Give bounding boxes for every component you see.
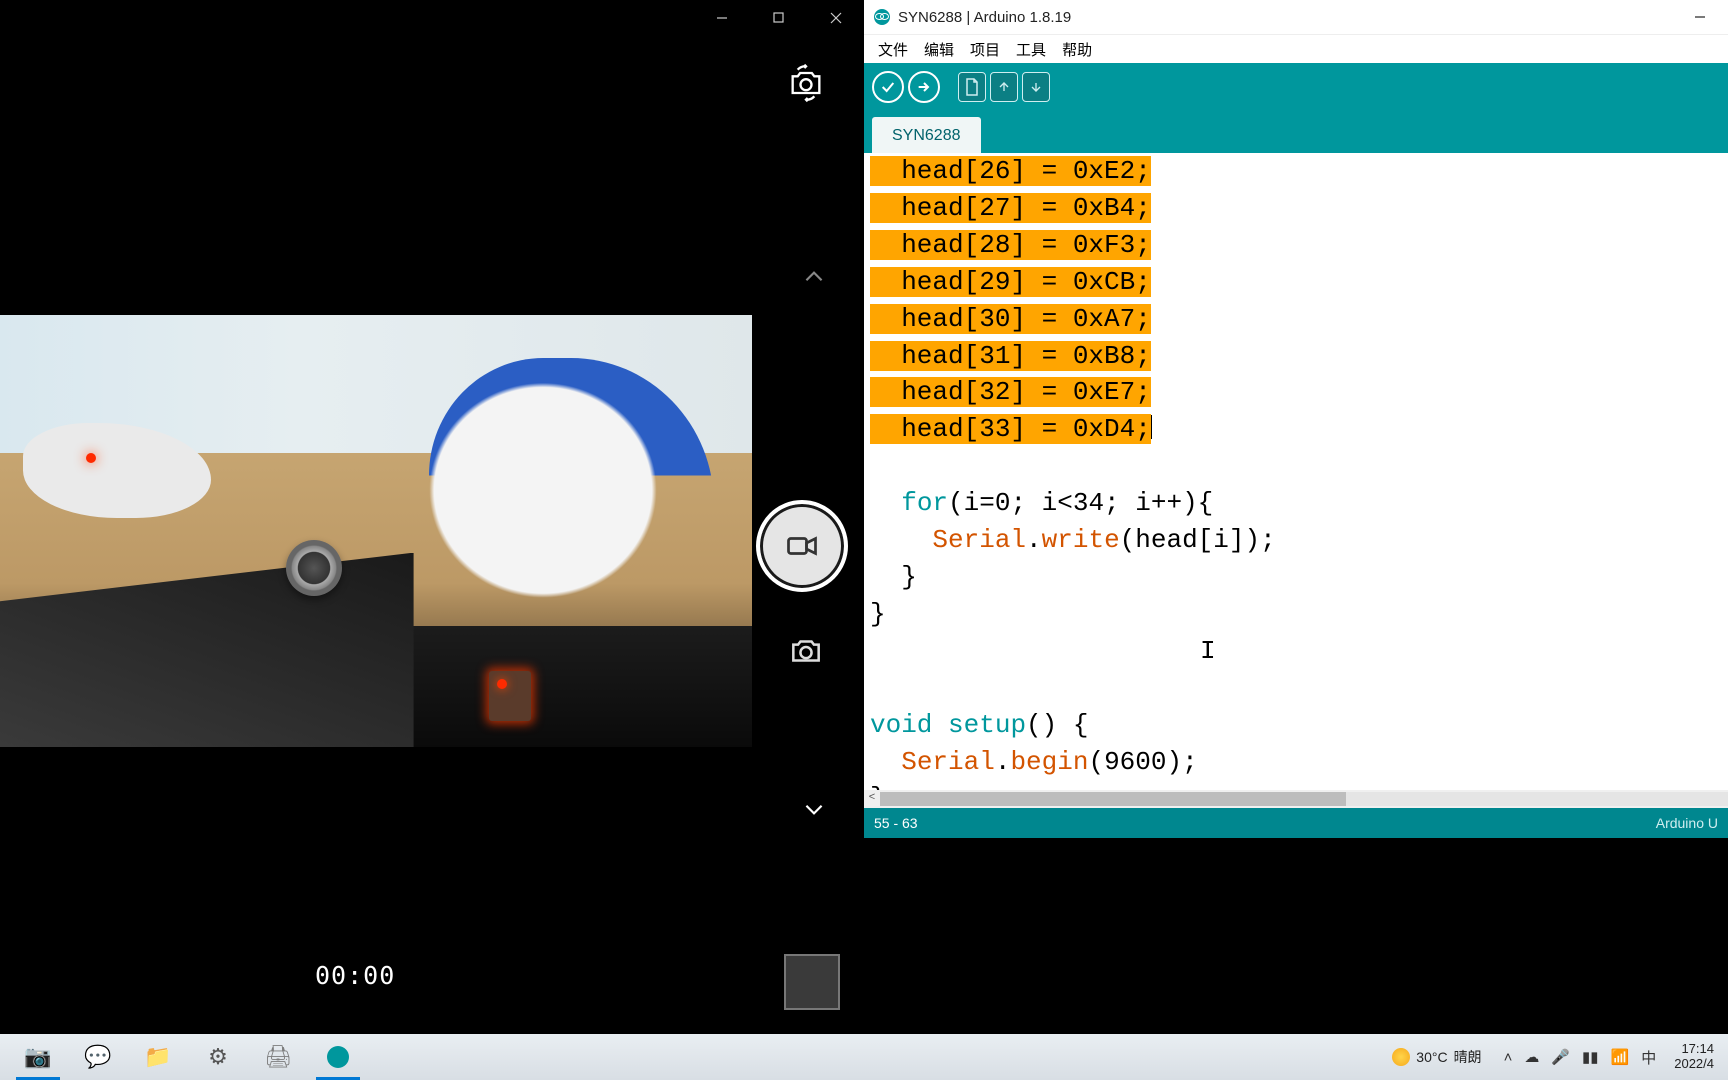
arduino-titlebar: SYN6288 | Arduino 1.8.19 — [864, 0, 1728, 35]
highlighted-line[interactable]: head[29] = 0xCB; — [870, 267, 1151, 297]
code-editor[interactable]: head[26] = 0xE2; head[27] = 0xB4; head[2… — [864, 153, 1728, 790]
highlighted-line[interactable]: head[32] = 0xE7; — [870, 377, 1151, 407]
battery-icon[interactable]: ▮▮ — [1582, 1048, 1599, 1066]
sketch-tab[interactable]: SYN6288 — [872, 117, 981, 153]
taskbar-clock[interactable]: 17:14 2022/4 — [1668, 1042, 1720, 1072]
weather-widget[interactable]: 30°C 晴朗 — [1382, 1034, 1491, 1080]
open-sketch-button[interactable] — [990, 72, 1018, 102]
chevron-up-icon[interactable] — [792, 255, 836, 299]
taskbar-app-settings[interactable]: ⚙ — [188, 1034, 248, 1080]
keyword-for: for — [901, 488, 948, 518]
class-serial: Serial — [932, 525, 1026, 555]
scroll-left-icon[interactable]: < — [864, 791, 880, 807]
printer-icon: 🖨 — [264, 1044, 292, 1070]
arduino-status-bar: 55 - 63 Arduino U — [864, 808, 1728, 838]
upload-button[interactable] — [908, 71, 940, 103]
arduino-logo-icon — [874, 9, 890, 25]
ime-indicator[interactable]: 中 — [1641, 1047, 1656, 1068]
text-cursor-icon — [1151, 415, 1152, 439]
start-edge[interactable] — [0, 1034, 8, 1080]
scroll-thumb[interactable] — [880, 792, 1346, 806]
arduino-icon — [327, 1046, 349, 1068]
horizontal-scrollbar[interactable]: < — [864, 790, 1728, 808]
menu-file[interactable]: 文件 — [872, 37, 914, 62]
menu-sketch[interactable]: 项目 — [964, 37, 1006, 62]
class-serial: Serial — [901, 747, 995, 777]
menu-edit[interactable]: 编辑 — [918, 37, 960, 62]
menu-help[interactable]: 帮助 — [1056, 37, 1098, 62]
method-write: write — [1042, 525, 1120, 555]
tray-chevron-icon[interactable]: ˄ — [1504, 1049, 1513, 1066]
gear-icon: ⚙ — [208, 1044, 228, 1070]
gallery-thumbnail[interactable] — [784, 954, 840, 1010]
camera-preview — [0, 315, 752, 747]
function-setup: setup — [948, 710, 1026, 740]
arduino-title: SYN6288 | Arduino 1.8.19 — [898, 9, 1071, 26]
microphone-icon[interactable]: 🎤 — [1551, 1048, 1570, 1066]
minimize-button[interactable] — [693, 0, 750, 35]
code-text: (i=0; i<34; i++){ — [948, 488, 1213, 518]
taskbar-app-explorer[interactable]: 📁 — [128, 1034, 188, 1080]
onedrive-icon[interactable]: ☁ — [1524, 1048, 1539, 1066]
highlighted-line[interactable]: head[28] = 0xF3; — [870, 230, 1151, 260]
arduino-toolbar — [864, 63, 1728, 111]
scroll-track[interactable] — [880, 792, 1728, 806]
highlighted-line[interactable]: head[26] = 0xE2; — [870, 156, 1151, 186]
clock-date: 2022/4 — [1674, 1057, 1714, 1072]
arduino-menu-bar[interactable]: 文件 编辑 项目 工具 帮助 — [864, 35, 1728, 63]
arduino-console[interactable] — [864, 838, 1728, 1034]
weather-temp: 30°C — [1416, 1049, 1447, 1065]
save-sketch-button[interactable] — [1022, 72, 1050, 102]
taskbar-app-print[interactable]: 🖨 — [248, 1034, 308, 1080]
verify-button[interactable] — [872, 71, 904, 103]
folder-icon: 📁 — [144, 1044, 171, 1070]
camera-switch-icon[interactable] — [778, 55, 834, 111]
sun-icon — [1392, 1048, 1410, 1066]
record-video-button[interactable] — [756, 500, 848, 592]
highlighted-line[interactable]: head[30] = 0xA7; — [870, 304, 1151, 334]
close-button[interactable] — [807, 0, 864, 35]
arduino-ide-window: SYN6288 | Arduino 1.8.19 文件 编辑 项目 工具 帮助 … — [864, 0, 1728, 1034]
status-cursor-pos: 55 - 63 — [874, 815, 918, 831]
windows-taskbar[interactable]: 📷 💬 📁 ⚙ 🖨 30°C 晴朗 ˄ ☁ 🎤 ▮▮ 📶 中 17:14 202… — [0, 1034, 1728, 1080]
recording-time: 00:00 — [315, 961, 395, 990]
weather-cond: 晴朗 — [1454, 1047, 1482, 1067]
new-sketch-button[interactable] — [958, 72, 986, 102]
method-begin: begin — [1010, 747, 1088, 777]
clock-time: 17:14 — [1681, 1042, 1714, 1057]
highlighted-line[interactable]: head[27] = 0xB4; — [870, 193, 1151, 223]
camera-top-controls — [778, 55, 834, 111]
arduino-minimize-button[interactable] — [1671, 0, 1728, 35]
editor-caret: I — [1200, 633, 1216, 670]
camera-titlebar — [0, 0, 864, 35]
arduino-tab-bar: SYN6288 — [864, 111, 1728, 153]
menu-tools[interactable]: 工具 — [1010, 37, 1052, 62]
chevron-down-icon[interactable] — [792, 787, 836, 831]
maximize-button[interactable] — [750, 0, 807, 35]
taskbar-app-wechat[interactable]: 💬 — [68, 1034, 128, 1080]
camera-icon: 📷 — [24, 1044, 51, 1070]
take-photo-button[interactable] — [778, 623, 834, 679]
highlighted-line[interactable]: head[33] = 0xD4; — [870, 414, 1151, 444]
taskbar-app-camera[interactable]: 📷 — [8, 1034, 68, 1080]
taskbar-app-arduino[interactable] — [308, 1034, 368, 1080]
status-board: Arduino U — [1656, 815, 1718, 831]
wechat-icon: 💬 — [84, 1044, 111, 1070]
highlighted-line[interactable]: head[31] = 0xB8; — [870, 341, 1151, 371]
keyword-void: void — [870, 710, 932, 740]
wifi-icon[interactable]: 📶 — [1611, 1048, 1630, 1066]
camera-app-window: 00:00 — [0, 0, 864, 1034]
